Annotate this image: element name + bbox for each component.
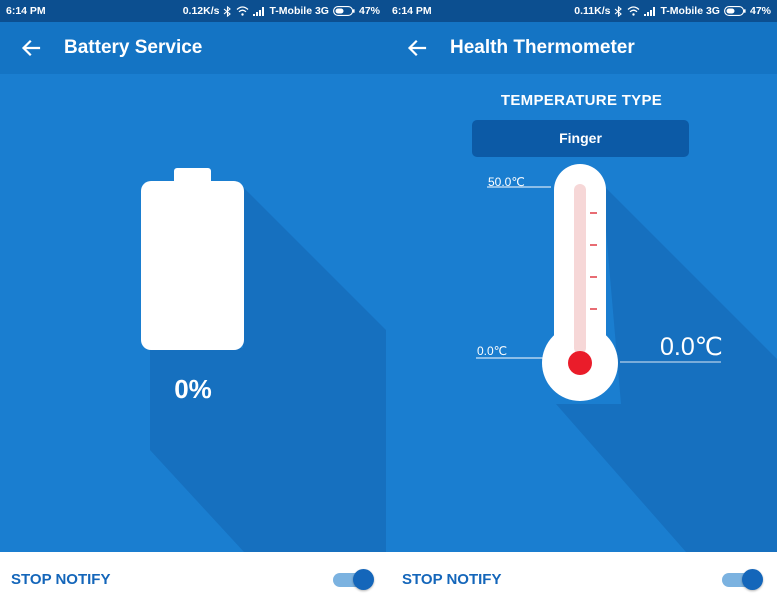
bluetooth-icon: [223, 5, 232, 17]
status-time: 6:14 PM: [6, 5, 46, 17]
page-title: Battery Service: [64, 37, 203, 58]
thermometer-content: TEMPERATURE TYPE Finger 50.0℃ 0.0℃ 0.0℃: [386, 74, 777, 552]
battery-percent: 47%: [749, 5, 771, 17]
status-bar: 6:14 PM 0.11K/s T-Mobile 3G 47%: [386, 0, 777, 22]
scale-min-label: 0.0℃: [477, 344, 508, 358]
network-speed: 0.12K/s: [182, 5, 220, 17]
battery-level-text: 0%: [174, 374, 212, 404]
battery-percent: 47%: [358, 5, 380, 17]
battery-body: [141, 181, 244, 350]
notify-toggle[interactable]: [722, 569, 763, 590]
thermometer-tube: [574, 184, 586, 354]
health-thermometer-screen: 6:14 PM 0.11K/s T-Mobile 3G 47% Health T…: [386, 0, 777, 594]
back-arrow-icon[interactable]: [406, 37, 428, 59]
battery-illustration: [141, 168, 386, 552]
stop-notify-label[interactable]: STOP NOTIFY: [11, 571, 110, 588]
page-title: Health Thermometer: [450, 37, 635, 58]
battery-status-icon: [724, 6, 746, 16]
network-speed: 0.11K/s: [574, 5, 611, 17]
signal-icon: [253, 6, 265, 16]
toggle-thumb: [353, 569, 374, 590]
carrier-name: T-Mobile 3G: [660, 5, 720, 17]
toggle-thumb: [742, 569, 763, 590]
carrier-name: T-Mobile 3G: [269, 5, 329, 17]
back-arrow-icon[interactable]: [20, 37, 42, 59]
stop-notify-label[interactable]: STOP NOTIFY: [402, 571, 501, 588]
status-indicators: 0.11K/s T-Mobile 3G 47%: [574, 5, 771, 17]
battery-status-icon: [333, 6, 355, 16]
thermometer-illustration: [476, 164, 777, 552]
battery-service-screen: 6:14 PM 0.12K/s T-Mobile 3G 47% Battery …: [0, 0, 386, 594]
bluetooth-icon: [614, 5, 623, 17]
status-time: 6:14 PM: [392, 5, 432, 17]
battery-content: 0%: [0, 74, 386, 552]
status-indicators: 0.12K/s T-Mobile 3G 47%: [183, 5, 380, 17]
notify-bar: STOP NOTIFY: [386, 552, 777, 594]
temperature-reading: 0.0℃: [660, 333, 723, 361]
scale-max-label: 50.0℃: [488, 175, 525, 189]
app-bar: Battery Service: [0, 22, 386, 74]
notify-bar: STOP NOTIFY: [0, 552, 386, 594]
wifi-icon: [627, 6, 640, 16]
thermometer-mercury-bulb: [568, 351, 592, 375]
notify-toggle[interactable]: [333, 569, 374, 590]
status-bar: 6:14 PM 0.12K/s T-Mobile 3G 47%: [0, 0, 386, 22]
app-bar: Health Thermometer: [386, 22, 777, 74]
wifi-icon: [236, 6, 249, 16]
signal-icon: [644, 6, 656, 16]
